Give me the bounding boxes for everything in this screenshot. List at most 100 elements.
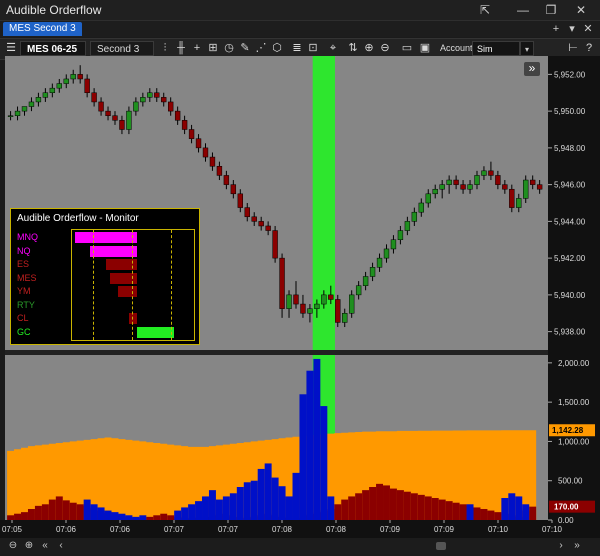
sell-volume-bar [153, 515, 161, 520]
sell-volume-bar [348, 496, 356, 520]
candle [529, 179, 536, 185]
candle [481, 170, 487, 176]
candle [293, 294, 299, 305]
horizontal-scroll[interactable]: ⊖ ⊕ « ‹ › » [0, 538, 600, 554]
candle [181, 120, 188, 130]
candle [209, 156, 216, 167]
buy-volume-bar [306, 370, 314, 520]
scroll-thumb[interactable] [436, 542, 446, 550]
buy-volume-bar [90, 504, 98, 520]
candle [453, 179, 459, 185]
zoom-out-scroll-icon[interactable]: ⊖ [6, 538, 20, 554]
candle [272, 230, 278, 259]
candle [77, 74, 83, 80]
buy-volume-bar [97, 507, 105, 520]
volume-tick-label: 1,000.00 [558, 437, 590, 446]
candle [348, 294, 355, 314]
buy-volume-bar [257, 468, 265, 520]
sell-volume-bar [383, 485, 390, 520]
buy-volume-bar [271, 477, 279, 520]
sell-volume-bar [494, 512, 502, 520]
buy-volume-bar [313, 358, 321, 520]
candle [133, 101, 139, 112]
scroll-start-icon[interactable]: « [38, 538, 52, 554]
candle [432, 188, 438, 195]
time-tick-label: 07:07 [164, 525, 185, 534]
volume-tick-label: 0.00 [558, 516, 574, 525]
candle [35, 97, 42, 103]
buy-volume-bar [278, 486, 286, 520]
candle [488, 170, 494, 176]
sell-volume-bar [160, 513, 168, 520]
scroll-left-icon[interactable]: ‹ [54, 538, 68, 554]
candle [474, 175, 480, 185]
candle [202, 147, 209, 158]
buy-volume-bar [229, 493, 237, 520]
candle [328, 294, 334, 300]
candle [154, 92, 160, 98]
price-tick-label: 5,952.00 [554, 70, 586, 79]
buy-volume-bar [174, 510, 182, 520]
sell-volume-bar [431, 498, 439, 520]
buy-volume-bar [250, 480, 258, 520]
candle [195, 138, 202, 149]
time-tick-label: 07:08 [272, 525, 293, 534]
candle [188, 129, 195, 139]
scroll-right-icon[interactable]: › [554, 538, 568, 554]
y-axis-bg [548, 56, 600, 522]
candle [495, 175, 501, 185]
sell-volume-bar [389, 488, 397, 520]
candle [161, 97, 167, 103]
sell-volume-bar [27, 509, 35, 520]
time-tick-label: 07:05 [2, 525, 23, 534]
monitor-row-label: NQ [17, 245, 31, 256]
time-tick-label: 07:08 [326, 525, 347, 534]
buy-volume-bar [292, 472, 300, 520]
sell-volume-bar [341, 499, 349, 520]
sell-volume-bar [529, 506, 537, 520]
avg-volume-marker-label: 1,142.28 [552, 426, 584, 435]
candle [307, 308, 313, 314]
candle [369, 267, 376, 277]
buy-volume-bar [243, 482, 251, 520]
price-tick-label: 5,946.00 [554, 181, 586, 190]
candle [321, 294, 327, 305]
buy-volume-bar [118, 513, 126, 520]
monitor-guide-line [93, 230, 95, 340]
monitor-row-label: RTY [17, 299, 35, 310]
sell-volume-bar [34, 505, 42, 520]
buy-volume-bar [320, 406, 328, 520]
candle [98, 101, 104, 112]
candle [446, 179, 452, 185]
candle [21, 106, 28, 112]
candle [362, 276, 369, 286]
sell-volume-bar [396, 490, 404, 520]
panel-splitter[interactable] [5, 350, 548, 355]
buy-volume-bar [501, 498, 509, 520]
sell-volume-bar [355, 493, 363, 520]
sell-volume-bar [146, 516, 154, 520]
sell-volume-bar [424, 496, 432, 520]
candle [258, 221, 264, 227]
candle [251, 216, 257, 222]
candle [314, 303, 320, 309]
candle [126, 110, 132, 130]
monitor-row-label: CL [17, 313, 29, 323]
zoom-in-scroll-icon[interactable]: ⊕ [22, 538, 36, 554]
sell-volume-bar [417, 494, 425, 520]
candle [286, 294, 292, 309]
expand-panel-icon[interactable]: » [524, 62, 540, 76]
sell-volume-bar [69, 502, 77, 520]
last-volume-marker-label: 170.00 [554, 503, 579, 512]
time-tick-label: 07:06 [56, 525, 77, 534]
candle [70, 74, 76, 80]
buy-volume-bar [222, 496, 230, 520]
orderflow-monitor: Audible Orderflow - Monitor MNQ NQ ES MES YM… [10, 208, 200, 345]
candle [49, 87, 56, 93]
sell-volume-bar [410, 493, 418, 520]
candle [265, 225, 271, 231]
time-tick-label: 07:10 [542, 525, 563, 534]
candle [439, 184, 445, 190]
buy-volume-bar [299, 394, 307, 520]
scroll-end-icon[interactable]: » [570, 538, 584, 554]
